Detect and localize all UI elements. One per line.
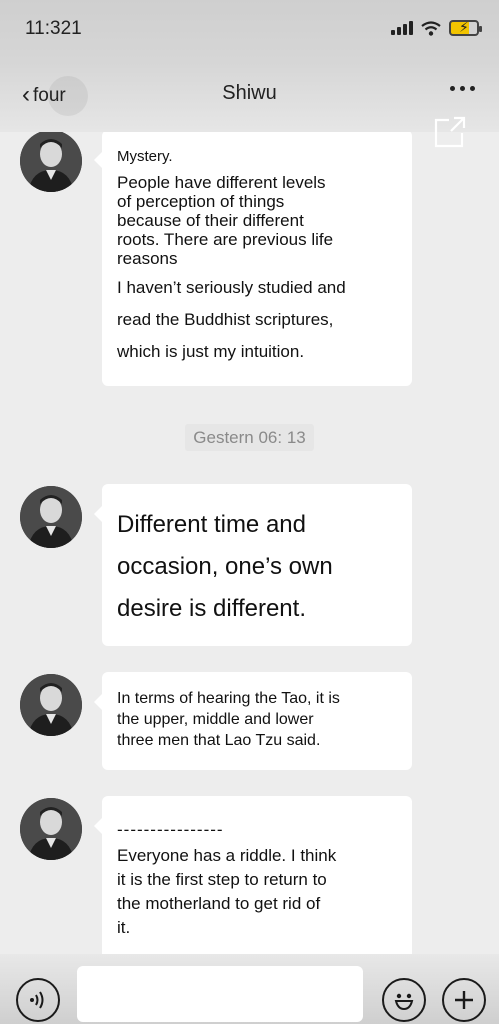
message-text: desire is different. (117, 595, 306, 622)
message-input[interactable] (77, 966, 363, 1022)
avatar[interactable] (20, 674, 82, 736)
add-button[interactable] (442, 978, 486, 1022)
message-list[interactable]: Mystery. People have different levels of… (0, 132, 499, 954)
message-text: reasons (117, 249, 178, 268)
message-text: Everyone has a riddle. I think (117, 846, 337, 865)
message-text: ---------------- (117, 820, 224, 839)
message-text: which is just my intuition. (117, 342, 305, 361)
signal-icon (391, 21, 413, 35)
message-text: Different time and (117, 511, 306, 538)
message-text: of perception of things (117, 192, 285, 211)
avatar[interactable] (20, 486, 82, 548)
message-text: the motherland to get rid of (117, 894, 321, 913)
nav-bar: ‹ four Shiwu (0, 62, 499, 132)
message-text: it. (117, 918, 131, 937)
message-text: In terms of hearing the Tao, it is (117, 690, 340, 707)
add-icon (455, 991, 473, 1009)
message-text: because of their different (117, 211, 304, 230)
status-time: 11:321 (25, 18, 82, 39)
avatar[interactable] (20, 132, 82, 192)
battery-icon: ⚡ (449, 19, 482, 36)
time-divider-label: Gestern 06: 13 (185, 424, 314, 451)
share-icon[interactable] (431, 115, 467, 151)
voice-icon (30, 991, 44, 1009)
message-text: the upper, middle and lower (117, 711, 314, 728)
status-bar: 11:321 ⚡ (0, 0, 499, 62)
message-text: roots. There are previous life (117, 230, 334, 249)
message-bubble[interactable]: Mystery. People have different levels of… (94, 132, 412, 386)
emoji-icon (394, 993, 414, 1011)
message-text: People have different levels (117, 173, 326, 192)
voice-button[interactable] (16, 978, 60, 1022)
message-text: I haven’t seriously studied and (117, 278, 346, 297)
more-options-button[interactable] (450, 86, 475, 91)
emoji-button[interactable] (382, 978, 426, 1022)
message-text: occasion, one’s own (117, 553, 333, 580)
message-bubble[interactable]: Different time and occasion, one’s own d… (94, 484, 412, 646)
message-bubble[interactable]: ---------------- Everyone has a riddle. … (94, 796, 412, 954)
page-title: Shiwu (222, 82, 277, 104)
wifi-icon (421, 21, 441, 36)
message-text: read the Buddhist scriptures, (117, 310, 334, 329)
message-text: it is the first step to return to (117, 870, 327, 889)
message-text: three men that Lao Tzu said. (117, 732, 321, 749)
message-text: Mystery. (117, 148, 173, 165)
status-icons: ⚡ (391, 19, 482, 36)
avatar[interactable] (20, 798, 82, 860)
input-bar (0, 954, 499, 1024)
message-bubble[interactable]: In terms of hearing the Tao, it is the u… (94, 672, 412, 770)
time-divider: Gestern 06: 13 (0, 424, 499, 451)
